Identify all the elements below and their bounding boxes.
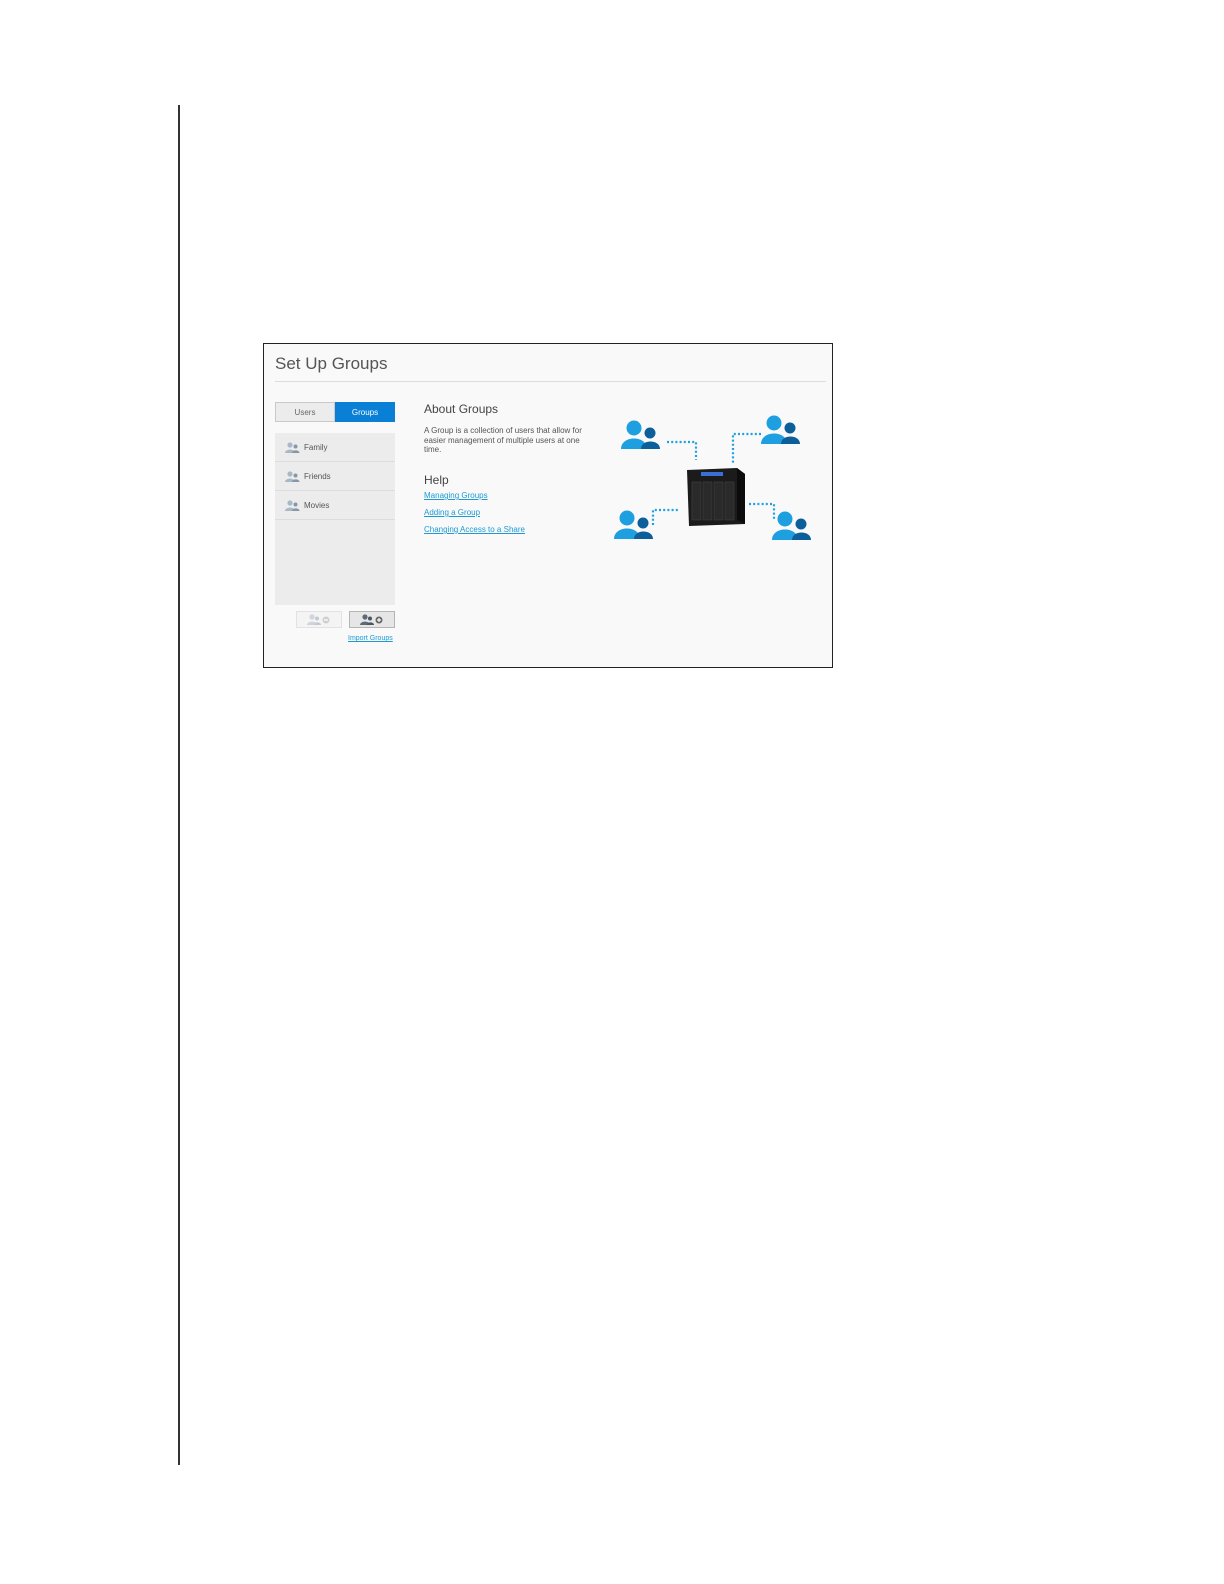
user-group-icon bbox=[614, 510, 653, 539]
group-item-family[interactable]: Family bbox=[275, 433, 395, 462]
add-group-button[interactable] bbox=[349, 611, 395, 628]
about-groups-heading: About Groups bbox=[424, 402, 499, 416]
users-groups-tabs: Users Groups bbox=[275, 402, 395, 422]
group-icon bbox=[285, 470, 300, 482]
group-item-label: Friends bbox=[304, 471, 331, 481]
user-group-icon bbox=[772, 511, 811, 540]
group-icon bbox=[285, 499, 300, 511]
title-divider bbox=[275, 381, 826, 382]
tab-users[interactable]: Users bbox=[275, 402, 335, 422]
remove-group-icon bbox=[307, 614, 330, 625]
add-group-icon bbox=[360, 614, 383, 625]
tab-groups[interactable]: Groups bbox=[335, 402, 395, 422]
page-title: Set Up Groups bbox=[275, 354, 388, 373]
help-heading: Help bbox=[424, 473, 449, 487]
remove-group-button[interactable] bbox=[296, 611, 342, 628]
user-group-icon bbox=[621, 420, 660, 449]
group-item-label: Movies bbox=[304, 500, 330, 510]
user-group-icon bbox=[761, 415, 800, 444]
about-groups-text: A Group is a collection of users that al… bbox=[424, 426, 582, 454]
help-link-changing-access[interactable]: Changing Access to a Share bbox=[424, 525, 525, 534]
group-icon bbox=[285, 441, 300, 453]
help-link-adding-a-group[interactable]: Adding a Group bbox=[424, 508, 480, 517]
group-item-movies[interactable]: Movies bbox=[275, 491, 395, 520]
import-groups-link[interactable]: Import Groups bbox=[348, 635, 393, 642]
group-list: Family Friends Movies bbox=[275, 433, 395, 605]
nas-device-icon bbox=[687, 468, 745, 526]
page-margin-rule bbox=[178, 105, 180, 1465]
groups-network-illustration bbox=[614, 415, 811, 540]
group-item-friends[interactable]: Friends bbox=[275, 462, 395, 491]
group-item-label: Family bbox=[304, 442, 328, 452]
set-up-groups-window: Set Up Groups Users Groups Family Friend… bbox=[263, 343, 833, 668]
help-link-managing-groups[interactable]: Managing Groups bbox=[424, 491, 488, 500]
